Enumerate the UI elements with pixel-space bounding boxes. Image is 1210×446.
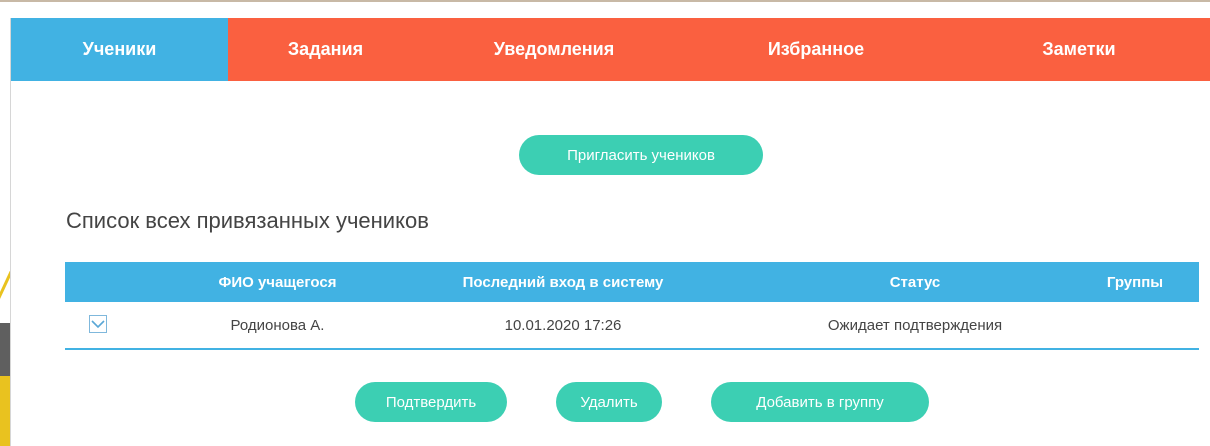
student-groups: [1080, 302, 1190, 348]
column-header-name[interactable]: ФИО учащегося: [190, 262, 365, 302]
delete-button[interactable]: Удалить: [556, 382, 662, 422]
students-table-header: ФИО учащегося Последний вход в систему С…: [65, 262, 1199, 302]
tab-students[interactable]: Ученики: [11, 18, 228, 81]
student-name: Родионова А.: [230, 316, 325, 334]
table-row: Родионова А. 10.01.2020 17:26 Ожидает по…: [65, 302, 1199, 350]
chevron-down-icon: [91, 320, 105, 329]
column-header-groups[interactable]: Группы: [1080, 262, 1190, 302]
students-panel: Ученики Задания Уведомления Избранное За…: [10, 18, 1210, 446]
tab-favorites[interactable]: Избранное: [685, 18, 947, 81]
add-to-group-button[interactable]: Добавить в группу: [711, 382, 929, 422]
student-status: Ожидает подтверждения: [827, 316, 1003, 334]
row-expand-toggle[interactable]: [89, 315, 107, 333]
student-last-login: 10.01.2020 17:26: [504, 316, 622, 334]
tab-bar: Ученики Задания Уведомления Избранное За…: [11, 18, 1210, 81]
tab-notes[interactable]: Заметки: [947, 18, 1210, 81]
tab-assignments[interactable]: Задания: [228, 18, 423, 81]
tab-notifications[interactable]: Уведомления: [423, 18, 685, 81]
invite-students-button[interactable]: Пригласить учеников: [519, 135, 763, 175]
column-header-status[interactable]: Статус: [805, 262, 1025, 302]
section-title: Список всех привязанных учеников: [66, 208, 429, 233]
confirm-button[interactable]: Подтвердить: [355, 382, 507, 422]
window-top-edge: [0, 0, 1210, 18]
column-header-last-login[interactable]: Последний вход в систему: [433, 262, 693, 302]
background-sidebar-edge: [0, 18, 40, 446]
